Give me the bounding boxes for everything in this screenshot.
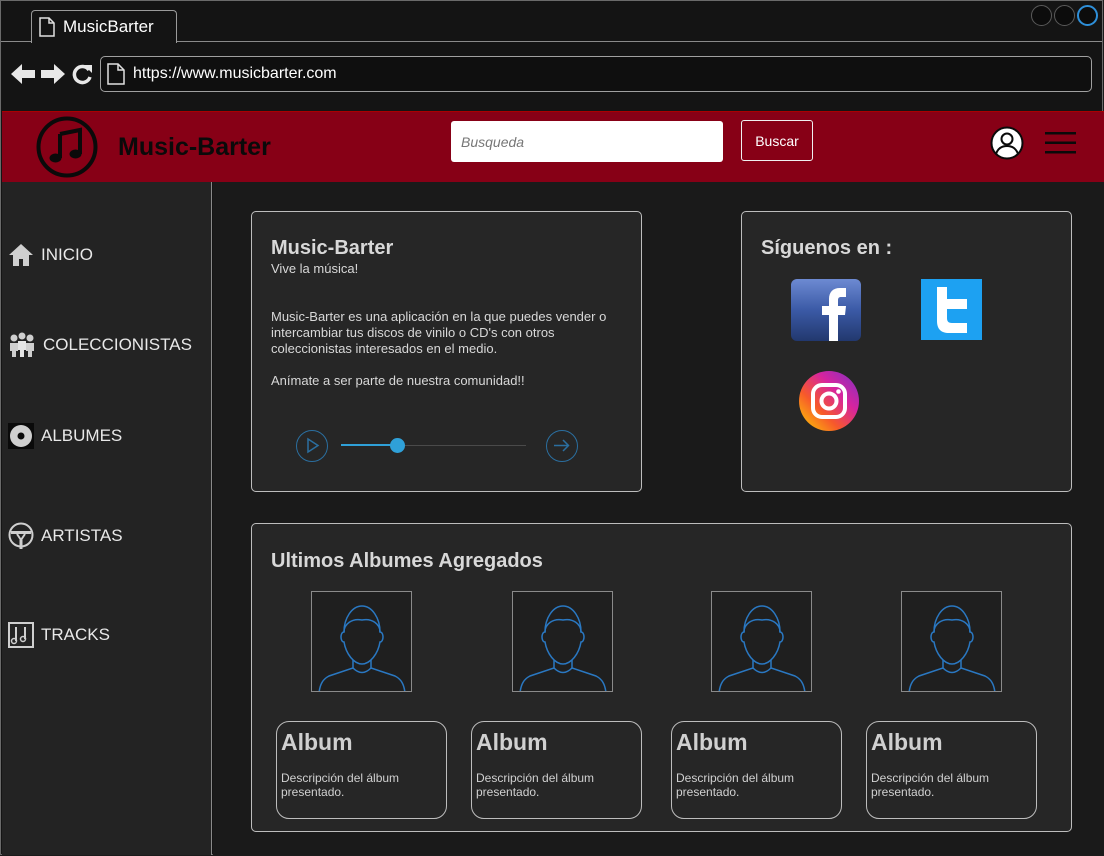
user-avatar-icon — [908, 605, 996, 691]
sidebar-item-label: TRACKS — [41, 625, 110, 644]
next-arrow-icon — [554, 439, 570, 452]
url-text: https://www.musicbarter.com — [133, 65, 337, 82]
sidebar-item-label: ALBUMES — [41, 426, 123, 445]
window-controls — [1031, 5, 1098, 26]
home-icon — [9, 244, 33, 266]
album-name: Album — [281, 729, 353, 755]
disc-icon — [8, 423, 34, 449]
browser-tab[interactable]: MusicBarter — [31, 10, 177, 43]
collectors-icon — [10, 332, 34, 357]
nav-buttons — [11, 63, 93, 85]
user-avatar-icon — [519, 605, 607, 691]
page-icon — [107, 63, 125, 85]
progress-knob[interactable] — [390, 438, 405, 453]
album-description: Descripción del álbum presentado. — [476, 771, 595, 799]
about-title: Music-Barter — [271, 237, 394, 259]
forward-arrow-icon[interactable] — [41, 63, 65, 85]
tab-bar: MusicBarter — [1, 1, 1102, 43]
social-card: Síguenos en : — [741, 211, 1072, 492]
latest-albums-card: Ultimos Albumes Agregados Album Descripc… — [251, 523, 1072, 832]
album-cover[interactable] — [901, 591, 1002, 692]
search-button[interactable]: Buscar — [741, 120, 813, 161]
browser-window: MusicBarter https://www.musicbarter.com … — [0, 0, 1104, 855]
next-button[interactable] — [546, 430, 578, 462]
sidebar-item-label: COLECCIONISTAS — [43, 335, 192, 354]
album-name: Album — [676, 729, 748, 755]
latest-albums-title: Ultimos Albumes Agregados — [271, 550, 543, 572]
maximize-button[interactable] — [1054, 5, 1075, 26]
facebook-icon[interactable] — [791, 279, 861, 341]
main-content: Music-Barter Vive la música! Music-Barte… — [213, 182, 1104, 855]
back-arrow-icon[interactable] — [11, 63, 35, 85]
album-card[interactable]: Album Descripción del álbum presentado. — [276, 721, 447, 819]
close-button[interactable] — [1077, 5, 1098, 26]
sidebar-item-tracks[interactable]: TRACKS — [8, 622, 110, 648]
album-card[interactable]: Album Descripción del álbum presentado. — [471, 721, 642, 819]
sidebar-item-albumes[interactable]: ALBUMES — [8, 423, 122, 449]
album-description: Descripción del álbum presentado. — [871, 771, 990, 799]
reload-icon[interactable] — [71, 63, 93, 85]
about-card: Music-Barter Vive la música! Music-Barte… — [251, 211, 642, 492]
music-logo-icon — [36, 116, 98, 178]
album-cover[interactable] — [512, 591, 613, 692]
user-avatar-icon — [318, 605, 406, 691]
sidebar-item-coleccionistas[interactable]: COLECCIONISTAS — [8, 332, 192, 358]
album-description: Descripción del álbum presentado. — [281, 771, 400, 799]
sidebar-item-inicio[interactable]: INICIO — [8, 243, 93, 267]
album-card[interactable]: Album Descripción del álbum presentado. — [671, 721, 842, 819]
progress-fill — [341, 444, 397, 446]
hamburger-menu-icon[interactable] — [1045, 132, 1076, 154]
sidebar-item-label: INICIO — [41, 245, 93, 264]
about-cta: Anímate a ser parte de nuestra comunidad… — [271, 373, 525, 388]
about-description: Music-Barter es una aplicación en la que… — [271, 309, 607, 356]
user-icon[interactable] — [990, 126, 1024, 160]
brand-title: Music-Barter — [118, 133, 271, 161]
album-cover[interactable] — [311, 591, 412, 692]
sidebar: INICIO COLECCIONISTAS ALBUMES ARTISTAS T… — [2, 182, 212, 855]
play-icon — [307, 437, 320, 454]
play-button[interactable] — [296, 430, 328, 462]
navigation-bar: https://www.musicbarter.com — [1, 43, 1102, 109]
album-name: Album — [476, 729, 548, 755]
twitter-icon[interactable] — [921, 279, 982, 340]
user-avatar-icon — [718, 605, 806, 691]
audio-player — [296, 429, 581, 463]
tab-title: MusicBarter — [63, 17, 154, 36]
microphone-icon — [8, 522, 34, 549]
sidebar-item-label: ARTISTAS — [41, 526, 123, 545]
social-title: Síguenos en : — [761, 237, 893, 259]
about-subtitle: Vive la música! — [271, 261, 359, 276]
address-bar[interactable]: https://www.musicbarter.com — [100, 56, 1092, 92]
album-cover[interactable] — [711, 591, 812, 692]
page-icon — [39, 17, 55, 37]
search-input[interactable] — [451, 121, 723, 162]
music-note-icon — [8, 622, 34, 648]
sidebar-item-artistas[interactable]: ARTISTAS — [8, 522, 123, 550]
album-name: Album — [871, 729, 943, 755]
album-description: Descripción del álbum presentado. — [676, 771, 795, 799]
minimize-button[interactable] — [1031, 5, 1052, 26]
app-header: Music-Barter Buscar — [2, 111, 1104, 182]
instagram-icon[interactable] — [798, 370, 860, 432]
album-card[interactable]: Album Descripción del álbum presentado. — [866, 721, 1037, 819]
